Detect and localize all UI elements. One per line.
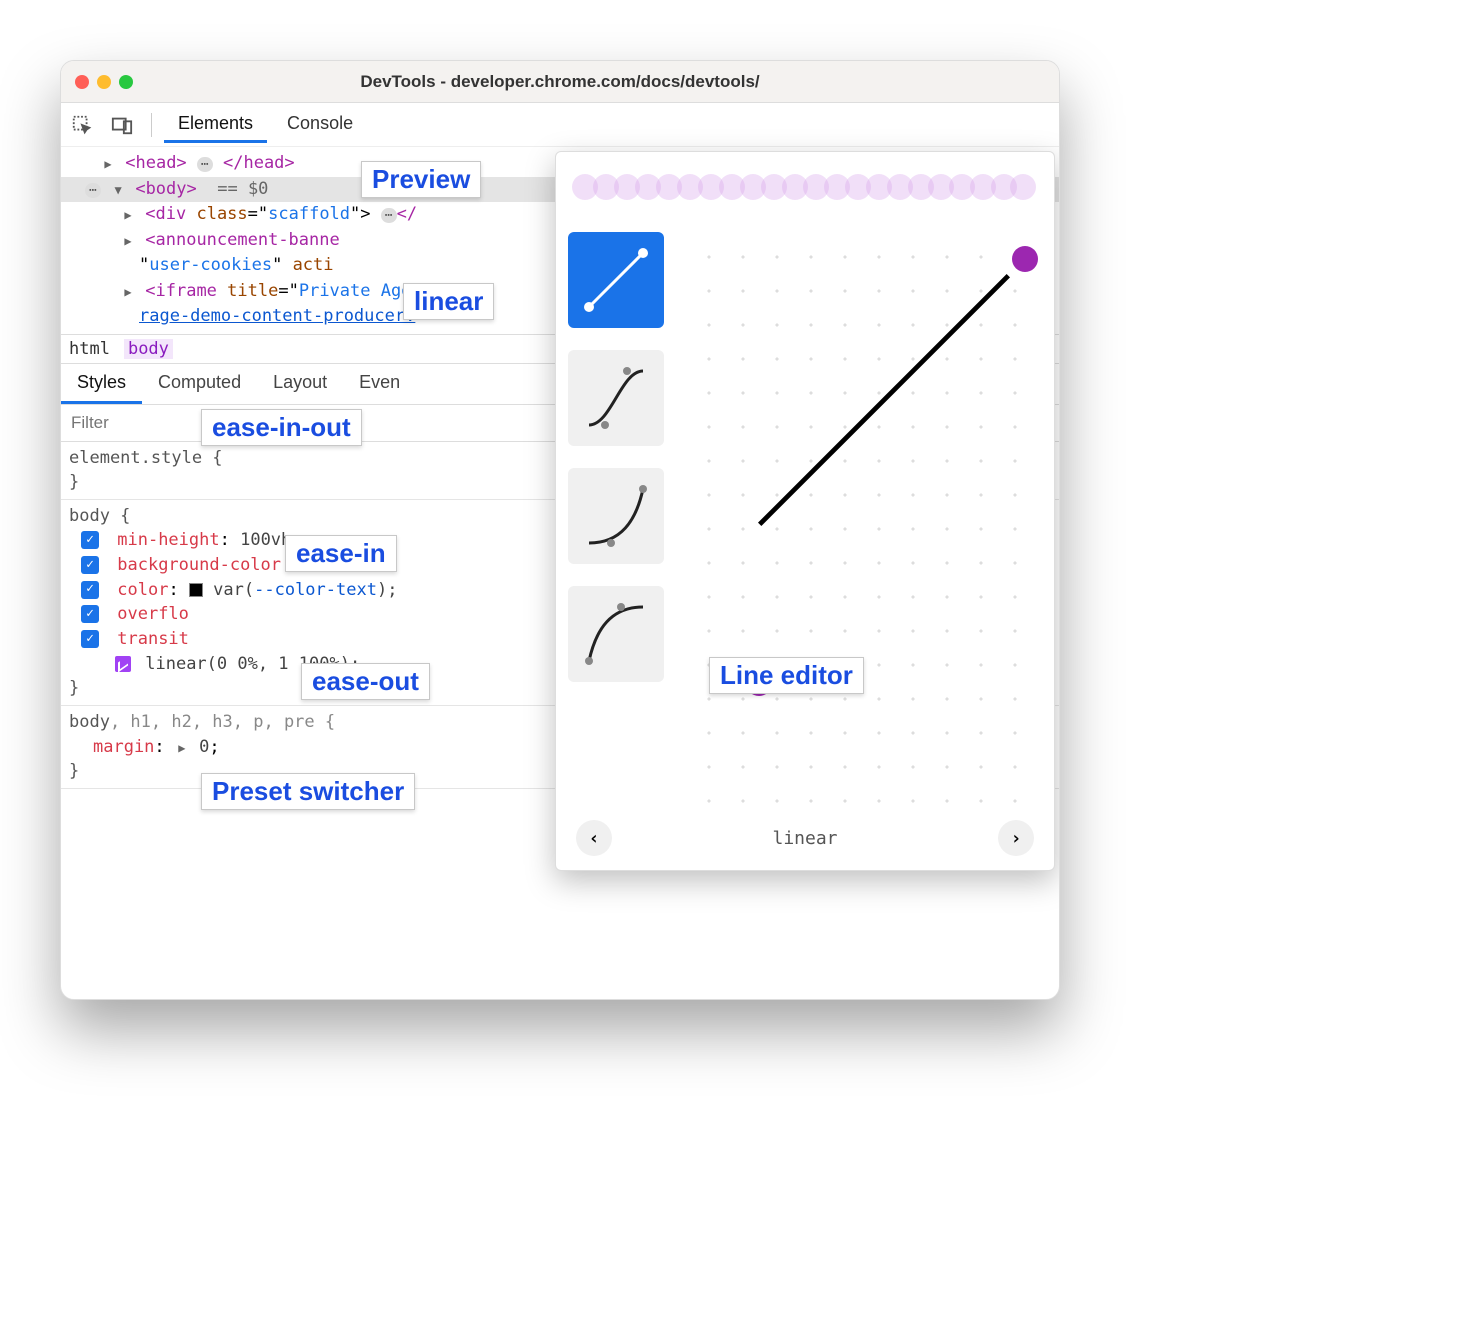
easing-editor-popover: ‹ linear › [555, 151, 1055, 871]
subtab-computed[interactable]: Computed [142, 364, 257, 404]
property-toggle-checkbox[interactable] [81, 531, 99, 549]
ellipsis-icon[interactable]: ⋯ [85, 183, 101, 198]
property-toggle-checkbox[interactable] [81, 581, 99, 599]
easing-handle-end[interactable] [1012, 246, 1038, 272]
callout-ease-out: ease-out [301, 663, 430, 700]
expand-arrow-icon[interactable]: ▼ [111, 181, 125, 199]
titlebar: DevTools - developer.chrome.com/docs/dev… [61, 61, 1059, 103]
expand-arrow-icon[interactable]: ▶ [121, 283, 135, 301]
preset-linear[interactable] [568, 232, 664, 328]
callout-ease-in: ease-in [285, 535, 397, 572]
subtab-styles[interactable]: Styles [61, 364, 142, 404]
inspect-element-icon[interactable] [65, 108, 99, 142]
device-toolbar-icon[interactable] [105, 108, 139, 142]
preset-ease-in-out[interactable] [568, 350, 664, 446]
ellipsis-icon[interactable]: ⋯ [381, 208, 397, 223]
crumb-body[interactable]: body [124, 339, 173, 359]
expand-arrow-icon[interactable]: ▶ [121, 232, 135, 250]
property-toggle-checkbox[interactable] [81, 630, 99, 648]
crumb-html[interactable]: html [69, 339, 110, 359]
callout-ease-in-out: ease-in-out [201, 409, 362, 446]
expand-arrow-icon[interactable]: ▶ [101, 155, 115, 173]
easing-preview-strip [572, 166, 1038, 216]
easing-swatch-icon[interactable] [115, 656, 131, 672]
property-toggle-checkbox[interactable] [81, 556, 99, 574]
color-swatch-icon[interactable] [189, 583, 203, 597]
preset-ease-out[interactable] [568, 586, 664, 682]
current-preset-name: linear [772, 828, 837, 849]
preset-ease-in[interactable] [568, 468, 664, 564]
expand-arrow-icon[interactable]: ▶ [121, 206, 135, 224]
callout-preview: Preview [361, 161, 481, 198]
ellipsis-icon[interactable]: ⋯ [197, 157, 213, 172]
prev-preset-button[interactable]: ‹ [576, 820, 612, 856]
callout-linear: linear [403, 283, 494, 320]
next-preset-button[interactable]: › [998, 820, 1034, 856]
tab-elements[interactable]: Elements [164, 107, 267, 143]
devtools-window: DevTools - developer.chrome.com/docs/dev… [60, 60, 1060, 1000]
preset-switcher: ‹ linear › [568, 816, 1042, 856]
subtab-events[interactable]: Even [343, 364, 416, 404]
expand-arrow-icon[interactable]: ▶ [175, 740, 189, 757]
separator [151, 113, 152, 137]
callout-preset-switcher: Preset switcher [201, 773, 415, 810]
preset-column [568, 230, 668, 808]
easing-line-editor-canvas[interactable] [682, 230, 1042, 808]
subtab-layout[interactable]: Layout [257, 364, 343, 404]
callout-line-editor: Line editor [709, 657, 864, 694]
property-toggle-checkbox[interactable] [81, 605, 99, 623]
main-toolbar: Elements Console [61, 103, 1059, 147]
window-title: DevTools - developer.chrome.com/docs/dev… [61, 72, 1059, 92]
tab-console[interactable]: Console [273, 107, 367, 143]
chevron-left-icon: ‹ [589, 828, 600, 849]
chevron-right-icon: › [1011, 828, 1022, 849]
